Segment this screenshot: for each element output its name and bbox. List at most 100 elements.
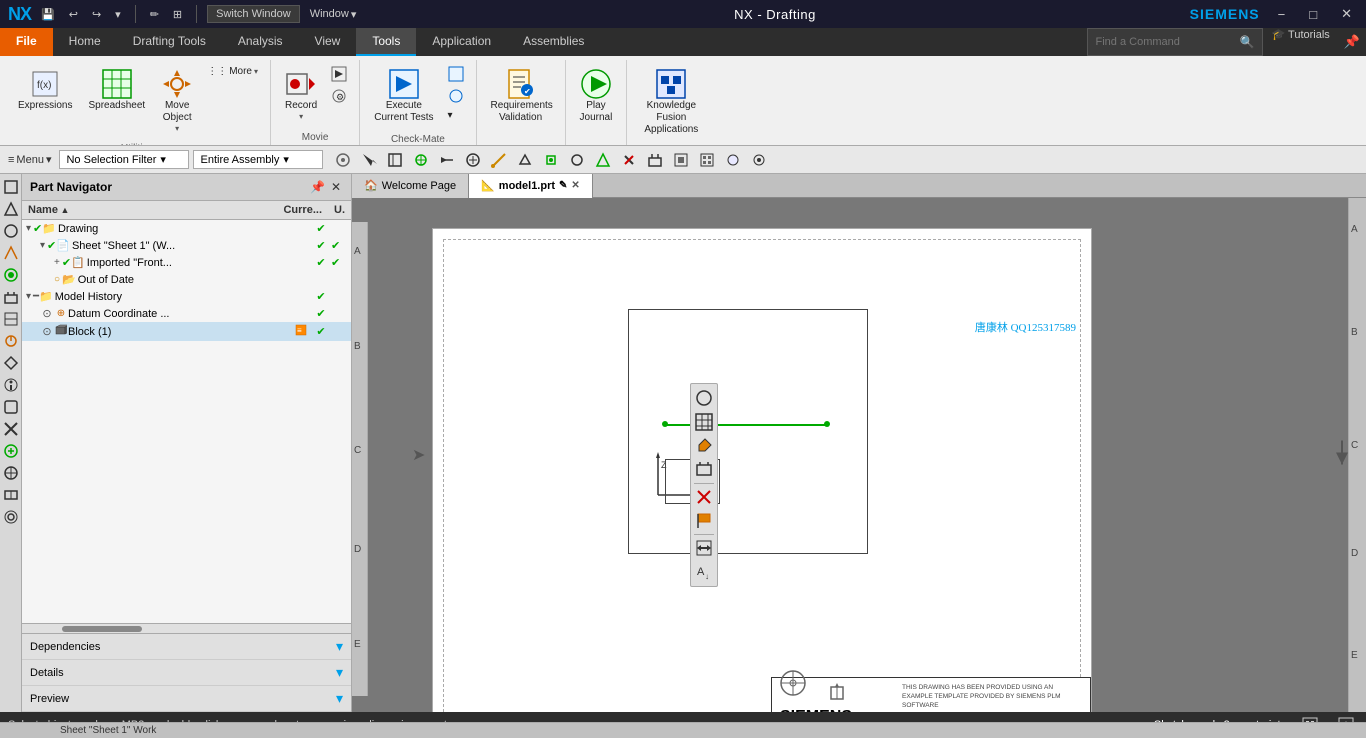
tab-drafting-tools[interactable]: Drafting Tools (117, 28, 222, 56)
pn-item-sheet[interactable]: ▾ ✔ 📄 Sheet "Sheet 1" (W... ✔ ✔ (22, 237, 351, 254)
play-journal-button[interactable]: PlayJournal (574, 64, 619, 128)
menu-button[interactable]: ≡ Menu ▾ (4, 151, 55, 168)
tool8-btn[interactable] (565, 150, 589, 170)
cm-btn2[interactable] (444, 86, 468, 106)
vdt-text-scale-btn[interactable]: A↓ (692, 560, 716, 584)
switch-window-button[interactable]: Switch Window (207, 5, 300, 23)
tool6-btn[interactable] (513, 150, 537, 170)
side-icon-5[interactable] (2, 266, 20, 284)
tab-file[interactable]: File (0, 28, 53, 56)
side-icon-1[interactable] (2, 178, 20, 196)
vdt-close-btn[interactable] (692, 485, 716, 509)
model-tab-close[interactable]: ✕ (571, 180, 579, 191)
move-object-button[interactable]: MoveObject ▾ (155, 64, 199, 137)
pn-col-u[interactable]: U. (328, 201, 351, 219)
movie-extra-btn1[interactable] (327, 64, 351, 84)
side-icon-3[interactable] (2, 222, 20, 240)
pn-item-model-history[interactable]: ▾ ━ 📁 Model History ✔ (22, 288, 351, 305)
record-button[interactable]: Record ▾ (279, 64, 323, 125)
pn-item-block[interactable]: ⊙ Block (1) ≡ ✔ (22, 322, 351, 341)
search-input[interactable] (1096, 36, 1236, 48)
tool11-btn[interactable] (643, 150, 667, 170)
pn-item-outofdate[interactable]: ○ 📂 Out of Date (22, 271, 351, 288)
sketch-button[interactable]: ✏ (146, 6, 163, 23)
tab-tools[interactable]: Tools (356, 28, 416, 56)
side-icon-15[interactable] (2, 486, 20, 504)
pn-footer-dependencies[interactable]: Dependencies ▾ (22, 634, 351, 660)
tool2-btn[interactable] (409, 150, 433, 170)
vdt-scale-btn[interactable] (692, 536, 716, 560)
tab-home[interactable]: Home (53, 28, 117, 56)
tutorials-button[interactable]: 🎓 Tutorials (1263, 28, 1337, 56)
side-icon-7[interactable] (2, 310, 20, 328)
cm-dropdown[interactable]: ▾ (444, 108, 468, 123)
pn-footer-preview[interactable]: Preview ▾ (22, 686, 351, 712)
pn-close-button[interactable]: ✕ (329, 178, 343, 196)
side-icon-9[interactable] (2, 354, 20, 372)
side-icon-4[interactable] (2, 244, 20, 262)
side-icon-8[interactable] (2, 332, 20, 350)
execute-tests-button[interactable]: ExecuteCurrent Tests (368, 64, 439, 128)
tab-view[interactable]: View (299, 28, 357, 56)
tool3-btn[interactable] (435, 150, 459, 170)
tool13-btn[interactable] (695, 150, 719, 170)
tool10-btn[interactable] (617, 150, 641, 170)
pn-footer-details[interactable]: Details ▾ (22, 660, 351, 686)
ribbon-pin-button[interactable]: 📌 (1338, 28, 1366, 56)
settings-btn[interactable] (747, 150, 771, 170)
vdt-paint-btn[interactable] (692, 434, 716, 458)
maximize-button[interactable]: □ (1303, 5, 1323, 24)
side-icon-16[interactable] (2, 508, 20, 526)
cm-btn1[interactable] (444, 64, 468, 84)
assembly-dropdown[interactable]: Entire Assembly ▾ (193, 150, 323, 169)
vdt-fit-btn[interactable] (692, 458, 716, 482)
snap-button[interactable]: ⊞ (169, 6, 186, 23)
window-button[interactable]: Window ▾ (306, 6, 361, 23)
tab-analysis[interactable]: Analysis (222, 28, 299, 56)
pn-scroll-thumb[interactable] (62, 626, 142, 632)
close-button[interactable]: ✕ (1335, 4, 1358, 24)
side-icon-11[interactable] (2, 398, 20, 416)
side-icon-6[interactable] (2, 288, 20, 306)
search-bar[interactable]: 🔍 (1087, 28, 1264, 56)
redo-button[interactable]: ↪ (88, 6, 105, 23)
tool1-btn[interactable] (383, 150, 407, 170)
pn-pin-button[interactable]: 📌 (308, 178, 327, 196)
tool4-btn[interactable] (461, 150, 485, 170)
pn-item-datum[interactable]: ⊙ ⊕ Datum Coordinate ... ✔ (22, 305, 351, 322)
requirements-button[interactable]: ✔ RequirementsValidation (485, 64, 557, 128)
vdt-flag-btn[interactable] (692, 509, 716, 533)
vdt-table-btn[interactable] (692, 410, 716, 434)
tool5-btn[interactable] (487, 150, 511, 170)
pn-item-imported[interactable]: + ✔ 📋 Imported "Front... ✔ ✔ (22, 254, 351, 271)
minimize-button[interactable]: − (1272, 5, 1292, 24)
kf-apps-button[interactable]: Knowledge FusionApplications (635, 64, 707, 140)
tool9-btn[interactable] (591, 150, 615, 170)
pn-scrollbar[interactable] (22, 623, 351, 633)
vdt-circle-btn[interactable] (692, 386, 716, 410)
spreadsheet-button[interactable]: Spreadsheet (82, 64, 151, 116)
side-icon-12[interactable] (2, 420, 20, 438)
movie-extra-btn2[interactable]: ⚙ (327, 86, 351, 106)
side-icon-14[interactable] (2, 464, 20, 482)
tab-application[interactable]: Application (416, 28, 507, 56)
more-button[interactable]: ⋮⋮ More ▾ (203, 64, 262, 79)
more-qa-button[interactable]: ▾ (111, 6, 125, 23)
expressions-button[interactable]: f(x) Expressions (12, 64, 78, 116)
tab-assemblies[interactable]: Assemblies (507, 28, 600, 56)
snap-icon-btn[interactable] (331, 150, 355, 170)
side-icon-10[interactable] (2, 376, 20, 394)
pn-item-drawing[interactable]: ▾ ✔ 📁 Drawing ✔ (22, 220, 351, 237)
tab-welcome[interactable]: 🏠 Welcome Page (352, 174, 469, 198)
side-icon-13[interactable] (2, 442, 20, 460)
canvas-area[interactable]: A B C D E A B C D E (352, 198, 1366, 712)
side-icon-2[interactable] (2, 200, 20, 218)
tool14-btn[interactable] (721, 150, 745, 170)
save-button[interactable]: 💾 (37, 6, 59, 23)
undo-button[interactable]: ↩ (65, 6, 82, 23)
pn-col-name[interactable]: Name (22, 201, 277, 219)
pn-col-current[interactable]: Curre... (277, 201, 328, 219)
select-icon-btn[interactable] (357, 150, 381, 170)
tab-model[interactable]: 📐 model1.prt ✎ ✕ (469, 174, 593, 198)
tool7-btn[interactable] (539, 150, 563, 170)
